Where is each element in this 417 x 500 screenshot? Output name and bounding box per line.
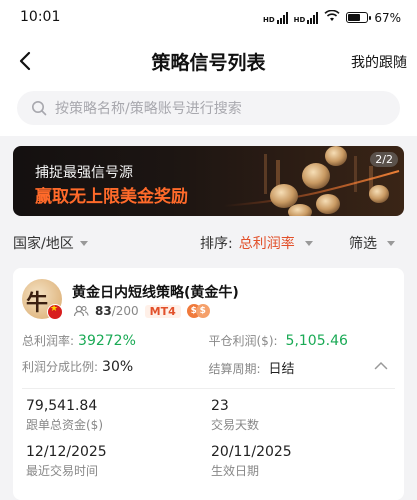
caret-down-icon (79, 240, 88, 246)
closed-profit-value: 5,105.46 (285, 333, 348, 349)
banner-headline: 捕捉最强信号源 (35, 165, 133, 181)
card-divider (22, 388, 395, 389)
metrics-row-2: 利润分成比例: 30% 结算周期: 日结 (22, 358, 395, 377)
profit-share-label: 利润分成比例: (22, 360, 99, 374)
metrics-row-1: 总利润率: 39272% 平仓利润($): 5,105.46 (22, 332, 395, 349)
status-time: 10:01 (20, 9, 61, 25)
nav-bar: 策略信号列表 我的跟随 (0, 36, 417, 86)
last-trade-value: 12/12/2025 (26, 444, 107, 460)
profit-rate: 总利润率: 39272% (22, 332, 209, 349)
settlement-period: 结算周期: 日结 (209, 358, 396, 377)
search-area: 按策略名称/策略账号进行搜索 (0, 86, 417, 136)
profit-share-value: 30% (102, 359, 134, 375)
sort-label: 排序: (200, 236, 233, 252)
back-button[interactable] (12, 48, 38, 74)
signal-icon: HD (262, 11, 288, 24)
effective-date-stat: 20/11/2025 生效日期 (211, 444, 292, 479)
strategy-meta: 83/200 MT4 $ $ (73, 304, 210, 318)
back-arrow-icon (19, 51, 31, 71)
last-trade-stat: 12/12/2025 最近交易时间 (26, 444, 107, 479)
battery-icon (346, 12, 372, 23)
trading-days-stat: 23 交易天数 (211, 398, 259, 433)
search-placeholder: 按策略名称/策略账号进行搜索 (55, 101, 242, 117)
followers-total: /200 (111, 304, 139, 318)
closed-profit: 平仓利润($): 5,105.46 (209, 332, 396, 349)
network-label: HD (262, 15, 275, 24)
filter-button[interactable]: 筛选 (349, 233, 395, 253)
strategy-card[interactable]: 牛 黄金日内短线策略(黄金牛) 83/200 MT4 $$ 总利润率: 3927… (13, 268, 404, 500)
china-flag-icon (47, 304, 63, 320)
my-following-link[interactable]: 我的跟随 (351, 52, 407, 72)
trading-days-value: 23 (211, 398, 229, 414)
closed-profit-label: 平仓利润($): (208, 334, 278, 348)
region-filter[interactable]: 国家/地区 (13, 233, 88, 253)
filter-bar: 国家/地区 排序: 总利润率 筛选 (0, 226, 417, 258)
promo-banner[interactable]: 捕捉最强信号源 赢取无上限美金奖励 2/2 (13, 146, 404, 216)
profit-rate-label: 总利润率: (22, 334, 75, 348)
search-input[interactable]: 按策略名称/策略账号进行搜索 (17, 91, 400, 125)
follow-funds-label: 跟单总资金($) (26, 418, 103, 432)
last-trade-label: 最近交易时间 (26, 464, 99, 478)
banner-subheadline: 赢取无上限美金奖励 (35, 187, 188, 207)
sort-value: 总利润率 (238, 236, 295, 252)
settlement-label: 结算周期: (208, 362, 261, 376)
profit-rate-value: 39272% (78, 333, 136, 349)
effective-date-value: 20/11/2025 (211, 444, 292, 460)
trading-days-label: 交易天数 (211, 418, 260, 432)
caret-down-icon (304, 240, 313, 246)
status-bar: 10:01 HD HD 67% (0, 0, 417, 36)
wifi-icon (324, 9, 340, 25)
follow-funds-stat: 79,541.84 跟单总资金($) (26, 398, 103, 433)
dollar-coins-icon: $ $ (186, 304, 210, 318)
battery-percent: 67% (374, 10, 401, 25)
effective-date-label: 生效日期 (211, 464, 260, 478)
follow-funds-value: 79,541.84 (26, 398, 98, 414)
settlement-value: 日结 (268, 362, 295, 377)
caret-down-icon (387, 240, 395, 246)
filter-label: 筛选 (349, 236, 377, 252)
followers-current: 83 (95, 304, 112, 318)
sort-dropdown[interactable]: 排序: 总利润率 (200, 233, 313, 253)
banner-page-indicator: 2/2 (370, 152, 398, 167)
region-filter-label: 国家/地区 (13, 236, 74, 252)
strategy-title: 黄金日内短线策略(黄金牛) (72, 285, 239, 301)
follower-count: 83/200 (95, 304, 139, 318)
platform-badge: MT4 (144, 304, 181, 318)
followers-icon (73, 305, 89, 317)
signal-icon-2: HD (293, 11, 319, 24)
profit-share: 利润分成比例: 30% (22, 358, 209, 377)
search-icon (32, 101, 47, 116)
chevron-up-icon[interactable] (374, 361, 388, 370)
avatar-glyph: 牛 (26, 290, 49, 316)
status-icons: HD HD 67% (262, 9, 401, 25)
network-label-2: HD (293, 15, 306, 24)
